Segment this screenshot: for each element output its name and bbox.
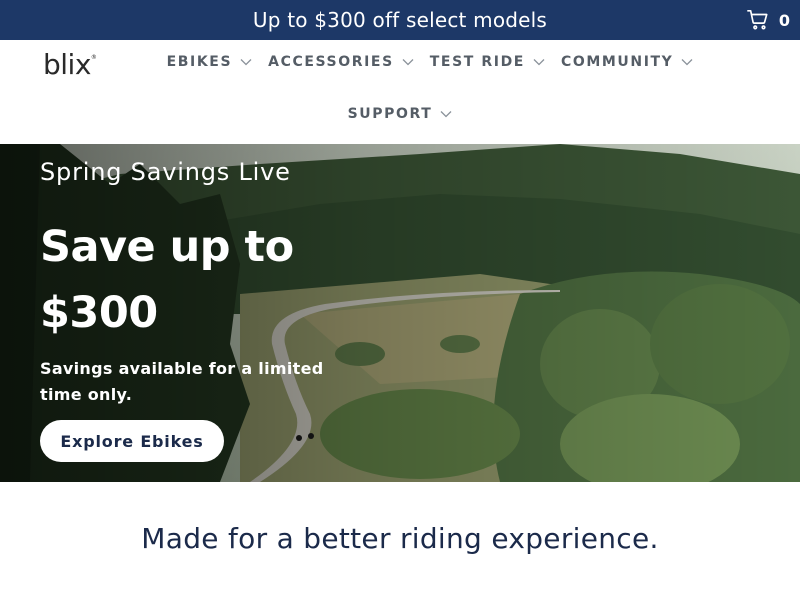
hero-banner: Spring Savings Live Save up to $300 Savi…	[0, 144, 800, 482]
nav-item-test-ride[interactable]: TEST RIDE	[430, 54, 545, 70]
announcement-bar: Up to $300 off select models 0	[0, 0, 800, 40]
chevron-down-icon	[440, 111, 452, 118]
explore-ebikes-button[interactable]: Explore Ebikes	[40, 420, 224, 462]
chevron-down-icon	[533, 59, 545, 66]
hero-subtext: Savings available for a limited time onl…	[40, 359, 324, 404]
cart-button[interactable]: 0	[746, 0, 790, 40]
nav-item-label: TEST RIDE	[429, 54, 525, 70]
cart-count: 0	[778, 10, 790, 30]
chevron-down-icon	[240, 59, 252, 66]
nav-item-label: EBIKES	[166, 54, 233, 70]
nav-item-community[interactable]: COMMUNITY	[561, 54, 693, 70]
hero-eyebrow: Spring Savings Live	[40, 158, 291, 186]
chevron-down-icon	[681, 59, 693, 66]
main-nav: EBIKES ACCESSORIES TEST RIDE COMMUNITY	[0, 54, 800, 70]
cart-icon	[746, 10, 768, 30]
nav-item-label: COMMUNITY	[560, 54, 674, 70]
nav-item-label: SUPPORT	[347, 106, 433, 122]
section-heading: Made for a better riding experience.	[141, 522, 659, 555]
hero-headline: Save up to $300	[40, 222, 294, 338]
chevron-down-icon	[402, 59, 414, 66]
main-nav-row-2: SUPPORT	[0, 106, 800, 122]
site-header: blix® EBIKES ACCESSORIES TEST RIDE COMMU…	[0, 40, 800, 144]
nav-item-label: ACCESSORIES	[268, 54, 394, 70]
announcement-text: Up to $300 off select models	[252, 8, 548, 32]
nav-item-ebikes[interactable]: EBIKES	[167, 54, 253, 70]
nav-item-support[interactable]: SUPPORT	[348, 106, 453, 122]
nav-item-accessories[interactable]: ACCESSORIES	[268, 54, 414, 70]
